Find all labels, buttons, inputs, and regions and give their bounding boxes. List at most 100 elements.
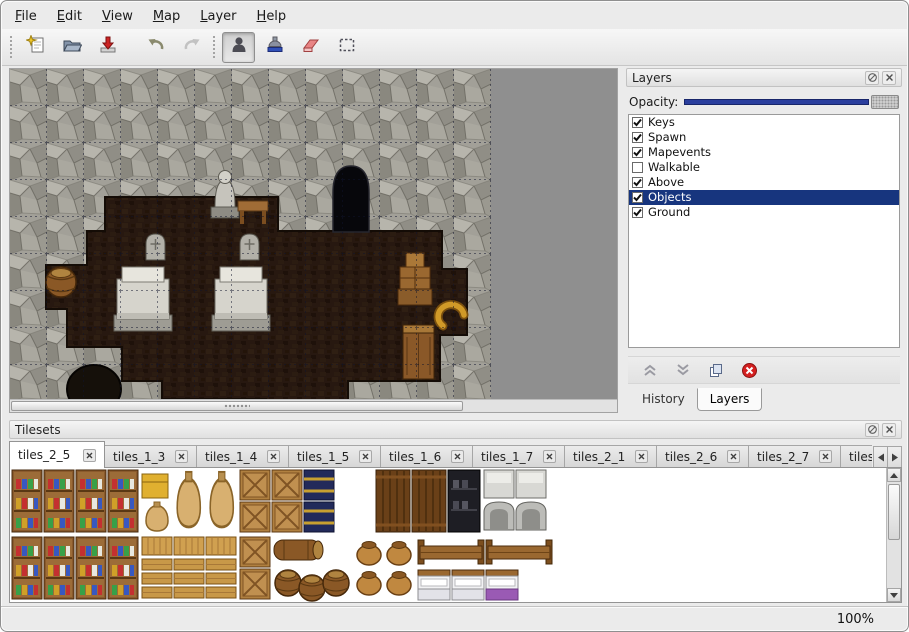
tab-close-button[interactable] — [267, 450, 280, 463]
map-hscrollbar[interactable] — [10, 399, 617, 412]
stamp-tool-button[interactable] — [222, 32, 255, 63]
opacity-slider-handle[interactable] — [871, 95, 899, 109]
tileset-tab-partial[interactable]: tiles_ — [840, 445, 872, 468]
save-button[interactable] — [91, 32, 124, 63]
layer-row-walkable[interactable]: Walkable — [629, 160, 899, 175]
tileset-tab-tiles-2-5[interactable]: tiles_2_5 — [9, 441, 105, 468]
close-panel-button[interactable] — [882, 423, 896, 437]
tileset-tab-tiles-2-7[interactable]: tiles_2_7 — [748, 445, 841, 468]
layer-checkbox[interactable] — [632, 192, 643, 203]
app-window: File Edit View Map Layer Help — [0, 0, 909, 632]
map-view — [9, 68, 618, 413]
layer-checkbox[interactable] — [632, 117, 643, 128]
fill-tool-button[interactable] — [258, 32, 291, 63]
layer-checkbox[interactable] — [632, 207, 643, 218]
menu-view[interactable]: View — [92, 6, 143, 27]
layer-checkbox[interactable] — [632, 132, 643, 143]
tab-close-button[interactable] — [175, 450, 188, 463]
layer-label: Mapevents — [648, 145, 711, 160]
layer-checkbox[interactable] — [632, 147, 643, 158]
layer-row-ground[interactable]: Ground — [629, 205, 899, 220]
side-panel-tabs: History Layers — [630, 389, 762, 413]
redo-icon — [182, 35, 202, 59]
close-icon — [884, 72, 895, 83]
close-panel-button[interactable] — [882, 71, 896, 85]
tileset-vscrollbar[interactable] — [886, 468, 901, 602]
tileset-tab-tiles-1-4[interactable]: tiles_1_4 — [196, 445, 289, 468]
tileset-tab-tiles-1-5[interactable]: tiles_1_5 — [288, 445, 381, 468]
scroll-up-button[interactable] — [887, 468, 901, 482]
delete-layer-button[interactable] — [739, 360, 759, 380]
tab-close-button[interactable] — [543, 450, 556, 463]
opacity-row: Opacity: — [629, 91, 899, 113]
open-folder-icon — [62, 35, 82, 59]
float-icon — [867, 72, 878, 83]
scroll-down-button[interactable] — [887, 588, 901, 602]
move-layer-up-button[interactable] — [640, 360, 660, 380]
tileset-tab-tiles-1-3[interactable]: tiles_1_3 — [104, 445, 197, 468]
close-icon — [178, 453, 185, 460]
undo-button[interactable] — [139, 32, 172, 63]
tileset-tabs-row: tiles_2_5 tiles_1_3 tiles_1_4 tiles_1_5 … — [9, 441, 902, 468]
tab-close-button[interactable] — [635, 450, 648, 463]
tilesets-panel-titlebar: Tilesets — [9, 420, 902, 439]
tileset-tab-tiles-2-6[interactable]: tiles_2_6 — [656, 445, 749, 468]
layer-row-mapevents[interactable]: Mapevents — [629, 145, 899, 160]
tab-close-button[interactable] — [359, 450, 372, 463]
menu-help[interactable]: Help — [247, 6, 297, 27]
new-map-button[interactable] — [19, 32, 52, 63]
menu-map[interactable]: Map — [143, 6, 190, 27]
opacity-label: Opacity: — [629, 95, 678, 109]
layer-checkbox[interactable] — [632, 162, 643, 173]
duplicate-layer-button[interactable] — [706, 360, 726, 380]
tileset-tab-tiles-1-6[interactable]: tiles_1_6 — [380, 445, 473, 468]
close-icon — [362, 453, 369, 460]
close-icon — [86, 452, 93, 459]
toolbar — [2, 29, 907, 66]
opacity-slider[interactable] — [684, 94, 899, 110]
tab-scroll-left-button[interactable] — [873, 446, 888, 468]
layer-row-keys[interactable]: Keys — [629, 115, 899, 130]
toolbar-handle[interactable] — [213, 36, 216, 58]
tileset-tab-tiles-1-7[interactable]: tiles_1_7 — [472, 445, 565, 468]
layer-label: Spawn — [648, 130, 686, 145]
tileset-canvas[interactable] — [10, 468, 886, 602]
close-icon — [730, 453, 737, 460]
redo-button[interactable] — [175, 32, 208, 63]
arrow-left-icon — [877, 453, 885, 462]
layer-row-objects[interactable]: Objects — [629, 190, 899, 205]
arrow-right-icon — [891, 453, 899, 462]
tab-close-button[interactable] — [727, 450, 740, 463]
layer-checkbox[interactable] — [632, 177, 643, 188]
map-canvas[interactable] — [10, 69, 491, 401]
tab-close-button[interactable] — [451, 450, 464, 463]
open-button[interactable] — [55, 32, 88, 63]
float-icon — [867, 424, 878, 435]
menu-layer[interactable]: Layer — [190, 6, 246, 27]
float-panel-button[interactable] — [865, 71, 879, 85]
tab-close-button[interactable] — [83, 449, 96, 462]
zoom-level: 100% — [837, 612, 874, 627]
select-tool-button[interactable] — [330, 32, 363, 63]
person-stamp-icon — [229, 35, 249, 59]
move-layer-down-button[interactable] — [673, 360, 693, 380]
tab-layers[interactable]: Layers — [697, 388, 763, 411]
map-hscrollbar-thumb[interactable] — [11, 401, 463, 411]
tileset-vscrollbar-thumb[interactable] — [888, 484, 900, 540]
menu-file[interactable]: File — [5, 6, 47, 27]
layer-list: Keys Spawn Mapevents Walkable Above Obje… — [628, 114, 900, 348]
chevron-down-icon — [675, 363, 691, 377]
tab-close-button[interactable] — [819, 450, 832, 463]
layer-row-above[interactable]: Above — [629, 175, 899, 190]
tab-history[interactable]: History — [630, 389, 697, 410]
close-icon — [270, 453, 277, 460]
layer-row-spawn[interactable]: Spawn — [629, 130, 899, 145]
eraser-tool-button[interactable] — [294, 32, 327, 63]
close-icon — [822, 453, 829, 460]
float-panel-button[interactable] — [865, 423, 879, 437]
menu-edit[interactable]: Edit — [47, 6, 92, 27]
statusbar: 100% — [1, 606, 908, 631]
toolbar-handle[interactable] — [10, 36, 13, 58]
tileset-tab-tiles-2-1[interactable]: tiles_2_1 — [564, 445, 657, 468]
tab-scroll-right-button[interactable] — [887, 446, 902, 468]
